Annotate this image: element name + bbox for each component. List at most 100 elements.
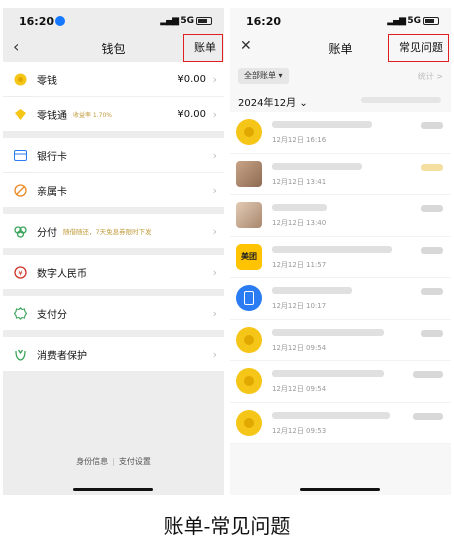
- wallet-navbar: ‹ 钱包 账单: [3, 34, 224, 62]
- item-label: 银行卡: [37, 151, 67, 163]
- transaction-title-blurred: [272, 121, 372, 128]
- item-amount: ¥0.00: [177, 73, 206, 85]
- chevron-right-icon: ›: [212, 224, 217, 238]
- chevron-right-icon: ›: [212, 72, 217, 86]
- home-indicator: [73, 488, 153, 491]
- transaction-amount-blurred: [421, 205, 443, 212]
- transaction-date: 12月12日 16:16: [272, 136, 327, 144]
- list-item-digital-rmb[interactable]: ¥ 数字人民币 ›: [3, 255, 224, 289]
- transaction-row[interactable]: 12月12日 10:17: [230, 278, 451, 320]
- home-indicator: [300, 488, 380, 491]
- bank-card-icon: [13, 148, 27, 162]
- list-item-fenfu[interactable]: 分付 随借随还，7天免息券限时下发 ›: [3, 214, 224, 248]
- transaction-row[interactable]: 12月12日 09:54: [230, 319, 451, 361]
- transaction-row[interactable]: 美团 12月12日 11:57: [230, 236, 451, 278]
- meituan-avatar: 美团: [236, 243, 262, 270]
- status-bar: 16:20 ▂▄▆ 5G: [3, 8, 224, 34]
- consumer-protection-icon: [13, 347, 27, 361]
- family-card-icon: [13, 183, 27, 197]
- month-row: 2024年12月 ⌄: [230, 88, 451, 112]
- all-bills-filter[interactable]: 全部账单 ▾: [238, 68, 289, 84]
- status-bar: 16:20 ▂▄▆ 5G: [230, 8, 451, 34]
- mobile-topup-icon: [236, 285, 262, 311]
- item-subtext: 随借随还，7天免息券限时下发: [63, 228, 152, 236]
- transaction-amount-blurred: [421, 329, 443, 337]
- chevron-right-icon: ›: [212, 148, 217, 162]
- transaction-date: 12月12日 13:41: [272, 177, 327, 186]
- coin-avatar-icon: [236, 409, 262, 436]
- stats-link[interactable]: 统计 >: [418, 71, 443, 82]
- transaction-amount-blurred: [421, 122, 443, 129]
- network-label: 5G: [407, 16, 421, 26]
- svg-text:¥: ¥: [18, 269, 23, 277]
- item-subtext: 收益率 1.70%: [73, 111, 112, 119]
- transaction-row[interactable]: 12月12日 13:40: [230, 195, 451, 237]
- transaction-amount-blurred: [421, 288, 443, 295]
- transaction-row[interactable]: 12月12日 09:53: [230, 402, 451, 444]
- list-item-bankcard[interactable]: 银行卡 ›: [3, 138, 224, 172]
- wallet-screen: 16:20 ▂▄▆ 5G ‹ 钱包 账单 零钱 ¥0.00 › 零钱通 收益率 …: [3, 8, 224, 495]
- item-label: 亲属卡: [37, 186, 67, 198]
- pay-settings-link[interactable]: 支付设置: [119, 457, 151, 466]
- transaction-amount-blurred: [421, 246, 443, 254]
- figure-caption: 账单-常见问题: [163, 514, 291, 538]
- list-item-family-card[interactable]: 亲属卡 ›: [3, 173, 224, 207]
- chevron-right-icon: ›: [212, 306, 217, 320]
- transaction-title-blurred: [272, 370, 384, 377]
- chevron-right-icon: ›: [212, 183, 217, 197]
- highlight-box: [388, 34, 449, 62]
- transaction-row[interactable]: 12月12日 09:54: [230, 361, 451, 403]
- coin-avatar-icon: [236, 326, 262, 353]
- highlight-box: [183, 34, 223, 62]
- transaction-amount-blurred: [413, 412, 443, 420]
- month-selector[interactable]: 2024年12月 ⌄: [238, 94, 308, 109]
- wallet-footer: 身份信息 | 支付设置: [3, 456, 224, 467]
- chevron-right-icon: ›: [212, 265, 217, 279]
- contact-photo-avatar: [236, 202, 262, 228]
- location-icon: [55, 16, 65, 26]
- digital-rmb-icon: ¥: [13, 265, 27, 279]
- coin-icon: [13, 72, 27, 86]
- list-item-lingqiantong[interactable]: 零钱通 收益率 1.70% ¥0.00 ›: [3, 97, 224, 131]
- transaction-title-blurred: [272, 411, 390, 419]
- list-item-pay-score[interactable]: 支付分 ›: [3, 296, 224, 330]
- item-label: 数字人民币: [37, 268, 87, 280]
- item-label: 零钱通: [37, 110, 67, 122]
- transaction-title-blurred: [272, 162, 362, 170]
- transaction-date: 12月12日 13:40: [272, 219, 327, 227]
- item-label: 零钱: [37, 75, 57, 87]
- filter-row: 全部账单 ▾ 统计 >: [230, 62, 451, 88]
- list-item-consumer-protection[interactable]: 消费者保护 ›: [3, 337, 224, 371]
- transaction-amount-blurred: [413, 371, 443, 378]
- bills-screen: 16:20 ▂▄▆ 5G ✕ 账单 常见问题 全部账单 ▾ 统计 > 2024年…: [230, 8, 451, 495]
- coin-avatar-icon: [236, 368, 262, 394]
- transaction-date: 12月12日 09:53: [272, 426, 327, 435]
- pay-score-icon: [13, 306, 27, 320]
- transaction-row[interactable]: 12月12日 13:41: [230, 153, 451, 195]
- item-label: 消费者保护: [37, 350, 87, 362]
- transaction-title-blurred: [272, 245, 392, 253]
- transaction-amount-blurred: [421, 163, 443, 171]
- status-time: 16:20: [246, 15, 282, 28]
- coin-avatar-icon: [236, 119, 262, 145]
- signal-icon: ▂▄▆: [387, 16, 406, 26]
- list-item-change[interactable]: 零钱 ¥0.00 ›: [3, 62, 224, 96]
- transaction-date: 12月12日 09:54: [272, 385, 327, 393]
- battery-icon: [423, 17, 439, 25]
- transaction-title-blurred: [272, 287, 352, 294]
- transaction-title-blurred: [272, 328, 384, 336]
- status-time: 16:20: [19, 15, 55, 28]
- item-label: 分付: [37, 227, 57, 239]
- month-summary-blurred: [361, 97, 441, 103]
- identity-link[interactable]: 身份信息: [76, 457, 108, 466]
- diamond-icon: [13, 107, 27, 121]
- transaction-date: 12月12日 09:54: [272, 343, 327, 352]
- contact-photo-avatar: [236, 160, 262, 187]
- transaction-row[interactable]: 12月12日 16:16: [230, 112, 451, 154]
- transaction-date: 12月12日 10:17: [272, 302, 327, 310]
- battery-icon: [196, 17, 212, 25]
